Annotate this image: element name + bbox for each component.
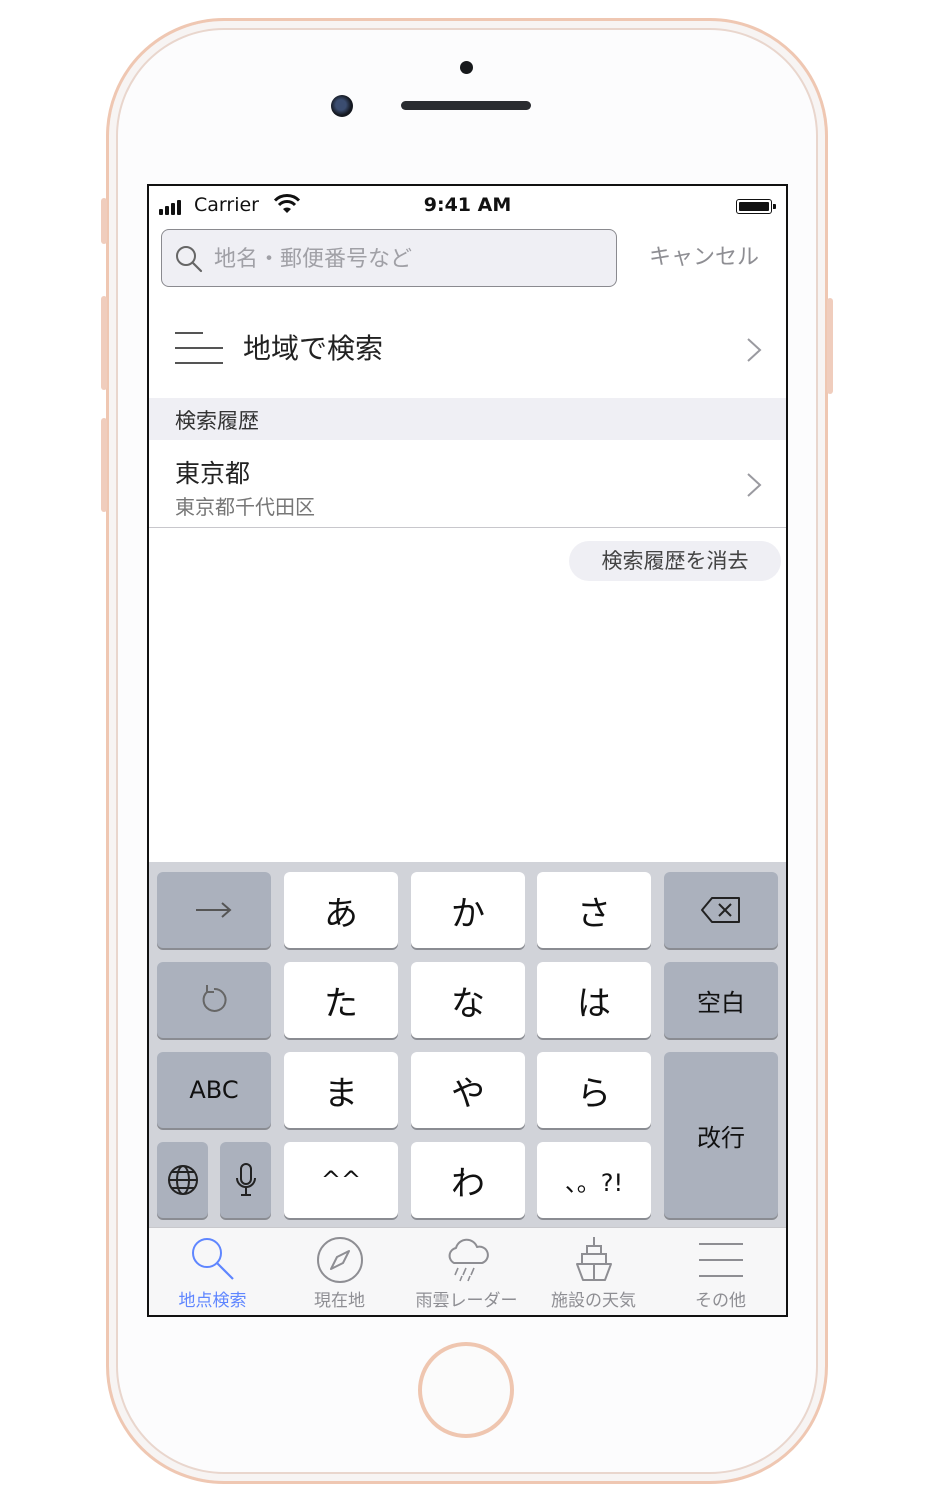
front-camera — [331, 95, 353, 117]
ship-icon — [575, 1237, 612, 1281]
abc-key[interactable]: ABC — [157, 1052, 271, 1128]
earpiece-speaker — [401, 101, 531, 110]
undo-key[interactable] — [157, 962, 271, 1038]
key-punctuation[interactable]: 、。?! — [537, 1142, 651, 1218]
tab-facility-weather[interactable]: 施設の天気 — [530, 1228, 657, 1315]
key-sa[interactable]: さ — [537, 872, 651, 948]
undo-icon — [202, 985, 227, 1012]
tab-current-location[interactable]: 現在地 — [276, 1228, 403, 1315]
menu-icon — [698, 1243, 743, 1277]
search-input[interactable] — [212, 240, 606, 278]
tab-bar: 地点検索 現在地 雨雲レーダー 施設の天気 その他 — [149, 1227, 786, 1315]
battery-icon — [736, 199, 776, 214]
tab-rain-radar[interactable]: 雨雲レーダー — [403, 1228, 530, 1315]
list-icon — [175, 332, 223, 364]
proximity-sensor — [460, 61, 473, 74]
history-section-header: 検索履歴 — [149, 398, 786, 440]
globe-icon — [167, 1165, 198, 1195]
arrow-right-icon — [196, 902, 232, 918]
japanese-keyboard: あ か さ た な は 空白 ABC ま や ら 改行 ^^ わ 、。?! — [149, 862, 786, 1227]
cancel-button[interactable]: キャンセル — [629, 230, 779, 286]
dictation-key[interactable] — [220, 1142, 271, 1218]
key-ta[interactable]: た — [284, 962, 398, 1038]
power-button — [827, 298, 833, 394]
key-ya[interactable]: や — [411, 1052, 525, 1128]
history-item[interactable]: 東京都 東京都千代田区 — [149, 440, 786, 528]
microphone-icon — [235, 1163, 256, 1196]
key-ra[interactable]: ら — [537, 1052, 651, 1128]
key-ha[interactable]: は — [537, 962, 651, 1038]
screen: Carrier 9:41 AM キャンセル 地域で検索 検索履 — [147, 184, 788, 1317]
tab-label: その他 — [695, 1291, 746, 1311]
return-key[interactable]: 改行 — [664, 1052, 778, 1218]
status-time: 9:41 AM — [423, 194, 512, 216]
globe-key[interactable] — [157, 1142, 208, 1218]
search-bar[interactable] — [161, 229, 617, 287]
chevron-right-icon — [747, 338, 762, 362]
history-item-title: 東京都 — [175, 459, 251, 488]
key-ma[interactable]: ま — [284, 1052, 398, 1128]
next-candidate-key[interactable] — [157, 872, 271, 948]
rain-cloud-icon — [448, 1238, 489, 1282]
space-key[interactable]: 空白 — [664, 962, 778, 1038]
key-a[interactable]: あ — [284, 872, 398, 948]
key-ka[interactable]: か — [411, 872, 525, 948]
mute-switch — [101, 198, 107, 244]
status-bar: Carrier 9:41 AM — [149, 186, 786, 224]
tab-label: 雨雲レーダー — [415, 1291, 518, 1311]
history-header-label: 検索履歴 — [175, 409, 259, 433]
tab-location-search[interactable]: 地点検索 — [149, 1228, 276, 1315]
volume-down-button — [101, 418, 107, 512]
clear-history-button[interactable]: 検索履歴を消去 — [569, 541, 781, 581]
history-item-subtitle: 東京都千代田区 — [175, 495, 315, 519]
region-search-row[interactable]: 地域で検索 — [149, 301, 786, 397]
tab-other[interactable]: その他 — [657, 1228, 784, 1315]
tab-label: 地点検索 — [178, 1291, 247, 1311]
key-dakuten[interactable]: ^^ — [284, 1142, 398, 1218]
region-search-label: 地域で検索 — [243, 332, 384, 365]
tab-label: 施設の天気 — [551, 1291, 636, 1311]
home-button[interactable] — [418, 1342, 514, 1438]
chevron-right-icon — [747, 473, 762, 497]
tab-label: 現在地 — [314, 1291, 365, 1311]
search-icon — [176, 246, 203, 273]
key-na[interactable]: な — [411, 962, 525, 1038]
volume-up-button — [101, 296, 107, 390]
search-icon — [191, 1238, 234, 1280]
backspace-key[interactable] — [664, 872, 778, 948]
backspace-icon — [701, 897, 740, 923]
compass-icon — [316, 1237, 363, 1283]
key-wa[interactable]: わ — [411, 1142, 525, 1218]
